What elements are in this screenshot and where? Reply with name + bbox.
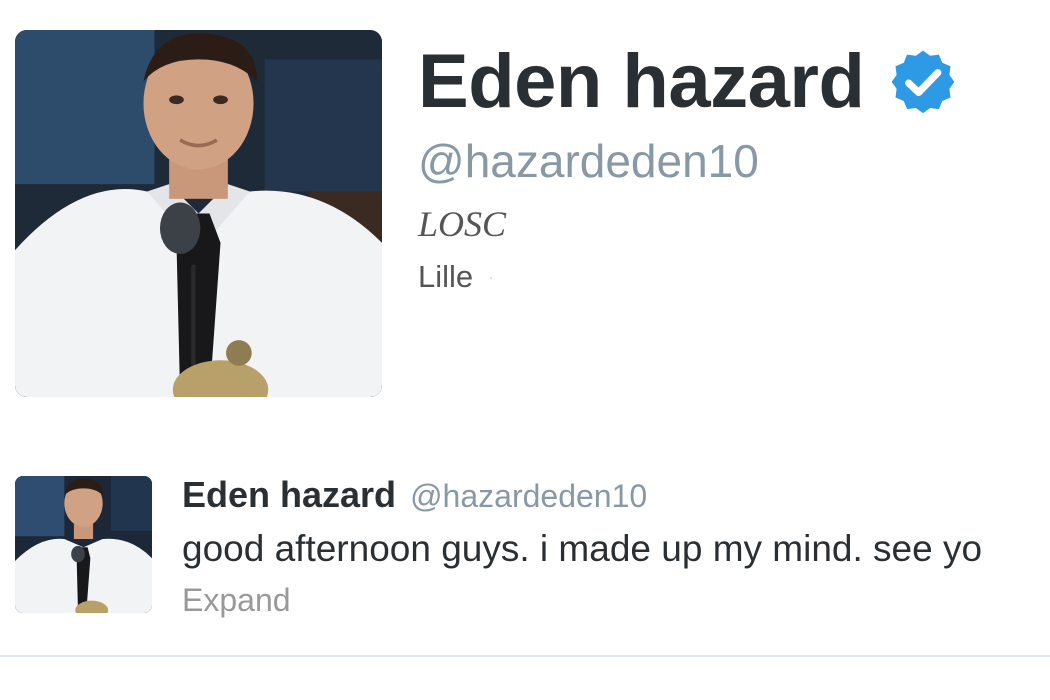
profile-location: Lille bbox=[418, 259, 474, 294]
profile-name-row: Eden hazard bbox=[418, 40, 956, 124]
avatar-photo-image bbox=[15, 30, 382, 397]
verified-badge-icon bbox=[892, 50, 955, 114]
profile-bio: LOSC bbox=[418, 204, 507, 244]
profile-avatar[interactable] bbox=[15, 30, 382, 397]
tweet-header: Eden hazard @hazardeden10 bbox=[182, 474, 647, 516]
tweet-author-name[interactable]: Eden hazard bbox=[182, 474, 396, 516]
profile-name[interactable]: Eden hazard bbox=[418, 44, 865, 120]
tweet-avatar-photo-image bbox=[15, 476, 152, 613]
location-separator: · bbox=[489, 270, 494, 285]
tweet-avatar[interactable] bbox=[15, 476, 152, 613]
profile-location-row: Lille · bbox=[418, 259, 494, 294]
tweet-author-handle[interactable]: @hazardeden10 bbox=[410, 478, 647, 515]
tweet-expand-link[interactable]: Expand bbox=[182, 582, 291, 618]
tweet-divider bbox=[0, 655, 1050, 657]
tweet-text: good afternoon guys. i made up my mind. … bbox=[182, 528, 983, 569]
profile-handle[interactable]: @hazardeden10 bbox=[418, 136, 759, 187]
